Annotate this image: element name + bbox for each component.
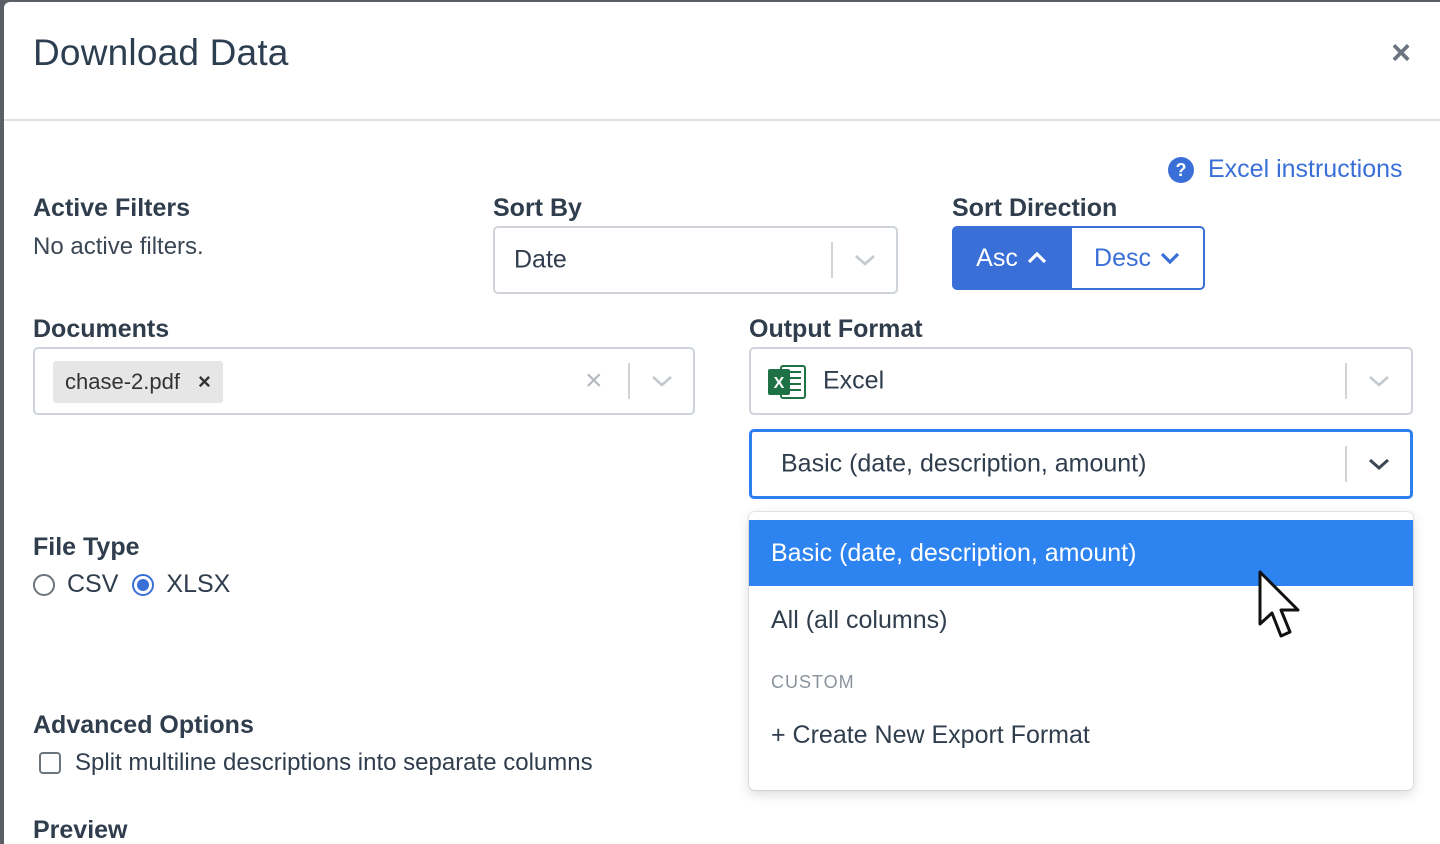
document-tag-label: chase-2.pdf [65,369,180,394]
question-circle-icon: ? [1168,156,1194,183]
excel-instructions-label: Excel instructions [1208,155,1403,183]
xlsx-radio[interactable] [132,573,155,596]
sort-by-label: Sort By [493,194,582,222]
option-basic[interactable]: Basic (date, description, amount) [749,520,1413,586]
chevron-down-icon [652,376,672,387]
close-button[interactable]: × [1384,36,1418,70]
download-data-modal: Download Data × ? Excel instructions Act… [4,2,1440,844]
csv-radio[interactable] [33,573,55,596]
active-filters-value: No active filters. [33,233,204,260]
document-tag: chase-2.pdf × [53,361,223,403]
documents-label: Documents [33,315,170,343]
sort-direction-group: Asc Desc [952,226,1205,290]
modal-title: Download Data [33,32,289,73]
excel-icon: X [768,365,806,399]
remove-tag-icon[interactable]: × [198,369,211,395]
column-set-menu: Basic (date, description, amount) All (a… [749,512,1413,790]
chevron-down-icon [1369,376,1389,387]
xlsx-radio-label: XLSX [166,570,231,598]
create-export-format-option[interactable]: + Create New Export Format [749,702,1413,768]
sort-by-value: Date [514,245,567,274]
output-format-value: Excel [823,366,885,395]
sort-asc-label: Asc [976,243,1018,272]
documents-separator [628,363,630,399]
output-format-label: Output Format [749,315,923,343]
active-filters-label: Active Filters [33,194,191,222]
chevron-up-icon [1027,251,1046,264]
sort-by-select[interactable]: Date [493,226,898,294]
csv-radio-label: CSV [67,570,119,598]
split-multiline-checkbox[interactable] [39,752,61,774]
file-type-radio-group: CSV XLSX [33,570,244,599]
modal-header: Download Data × [4,2,1440,121]
output-format-select[interactable]: X Excel [749,347,1413,415]
documents-select[interactable]: chase-2.pdf × × [33,347,695,415]
mouse-pointer-icon [1258,570,1300,638]
sort-direction-label: Sort Direction [952,194,1118,222]
preview-label: Preview [33,816,128,844]
sort-desc-button[interactable]: Desc [1072,226,1205,290]
custom-group-heading: CUSTOM [771,672,855,692]
sort-desc-label: Desc [1094,243,1151,272]
file-type-label: File Type [33,533,140,561]
column-set-value: Basic (date, description, amount) [781,449,1147,478]
chevron-down-icon [855,255,875,266]
sort-asc-button[interactable]: Asc [952,226,1072,290]
output-format-separator [1345,363,1347,399]
chevron-down-icon [1160,252,1180,265]
column-set-select[interactable]: Basic (date, description, amount) [749,429,1413,499]
sort-by-separator [831,242,833,278]
clear-icon[interactable]: × [585,364,603,398]
split-multiline-label: Split multiline descriptions into separa… [75,749,593,776]
split-multiline-option: Split multiline descriptions into separa… [39,749,593,777]
close-icon: × [1391,34,1411,72]
excel-instructions-link[interactable]: ? Excel instructions [1168,155,1403,184]
advanced-options-label: Advanced Options [33,711,254,739]
option-all[interactable]: All (all columns) [749,587,1413,653]
column-set-separator [1345,446,1347,482]
svg-text:X: X [774,375,785,392]
chevron-down-icon [1369,458,1389,471]
